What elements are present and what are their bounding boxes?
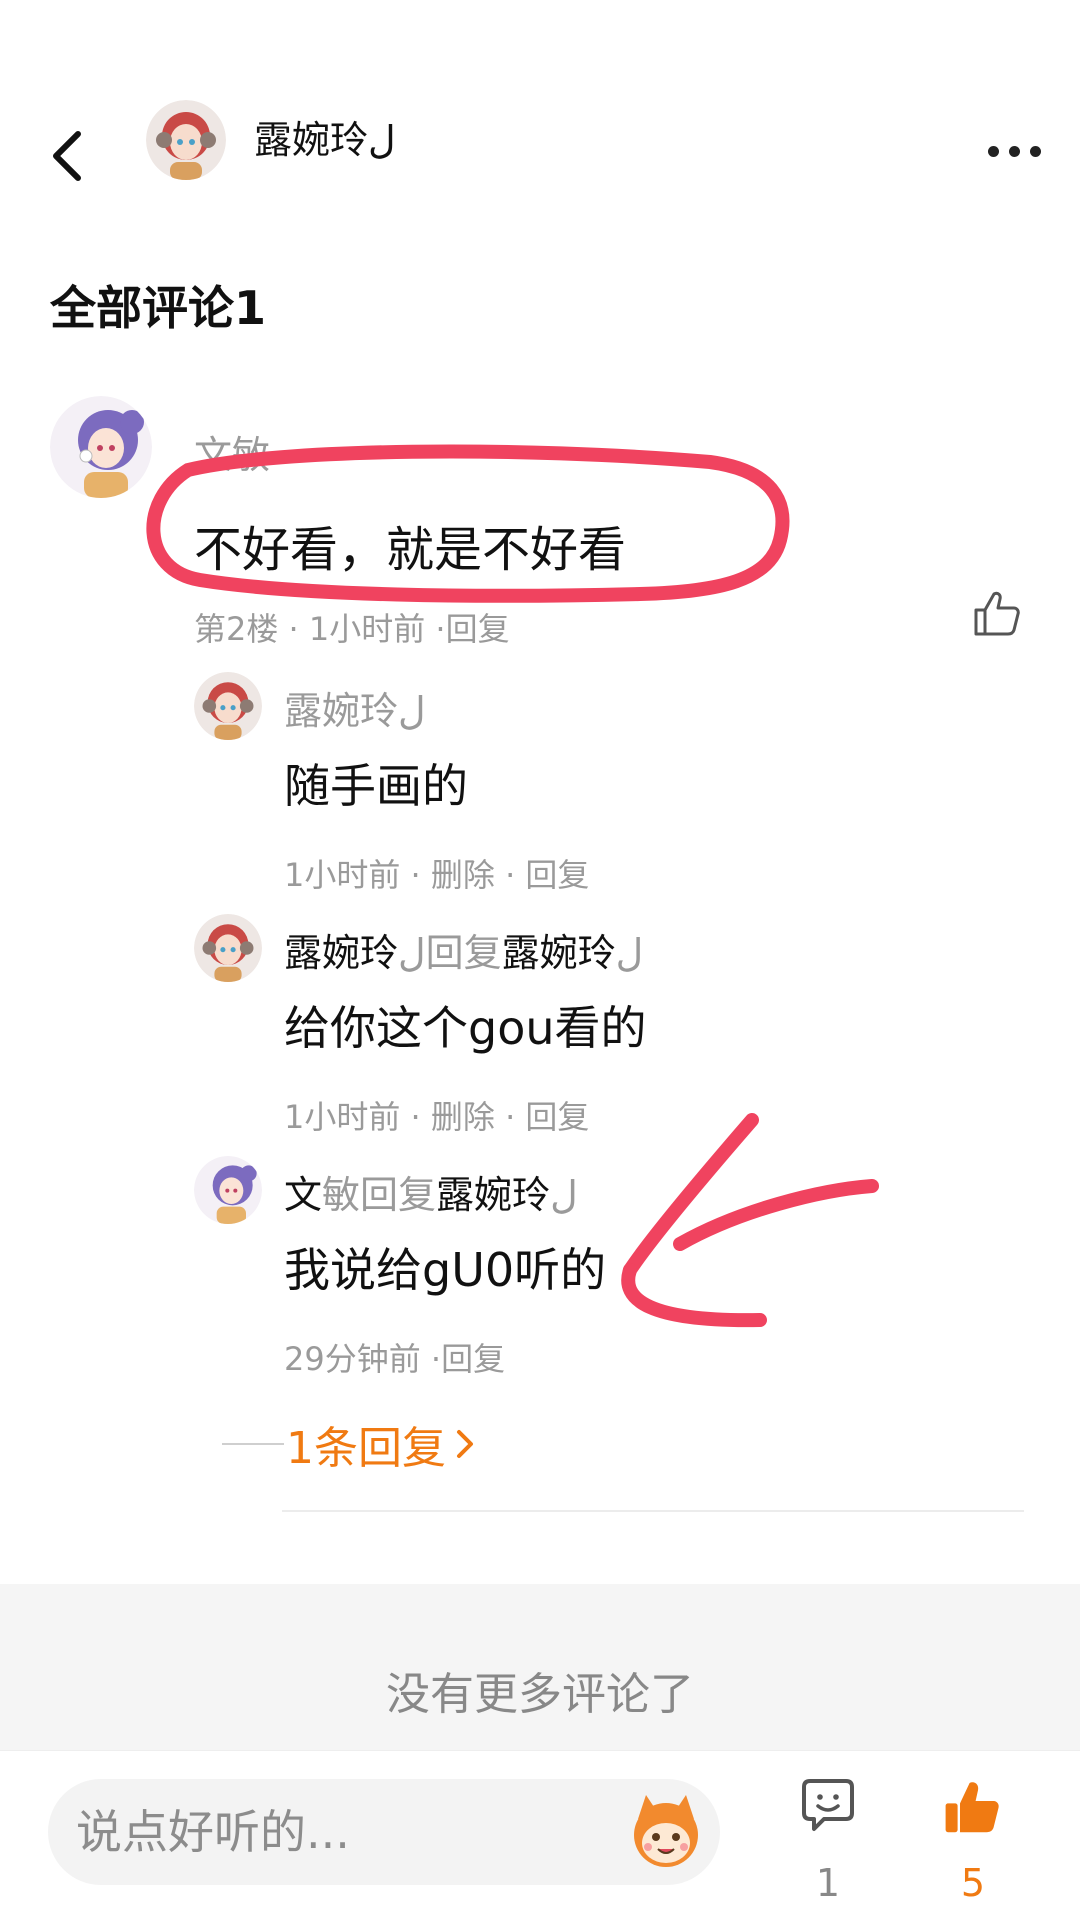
reply-button[interactable]: 回复 <box>446 610 510 648</box>
avatar-image <box>50 396 152 498</box>
like-button[interactable] <box>972 588 1022 638</box>
reply-author: 露婉玲ل回复露婉玲ل <box>284 931 644 975</box>
commenter-avatar[interactable] <box>50 396 152 498</box>
like-count: 5 <box>960 1861 986 1905</box>
emoji-mascot-icon <box>634 1795 698 1867</box>
divider <box>282 1510 1024 1512</box>
reply-avatar[interactable] <box>194 1156 262 1224</box>
reply-author: 露婉玲ل <box>284 689 426 733</box>
reply-meta: 1小时前 · 删除 · 回复 <box>284 1098 590 1136</box>
thumbs-up-icon <box>974 591 1020 636</box>
comment-count-button[interactable]: 1 <box>796 1777 860 1907</box>
reply-meta: 29分钟前 ·回复 <box>284 1340 506 1378</box>
more-options-button[interactable] <box>966 126 1062 176</box>
avatar-image <box>146 100 226 180</box>
author-avatar[interactable] <box>146 100 226 180</box>
reply-item: 文敏回复露婉玲ل 我说给gU0听的 29分钟前 ·回复 <box>194 1156 1044 1386</box>
reply-button[interactable]: 回复 <box>441 1340 505 1378</box>
more-replies-line <box>222 1443 284 1445</box>
comment-input[interactable] <box>48 1779 720 1885</box>
no-more-comments-label: 没有更多评论了 <box>386 1669 694 1720</box>
avatar-image <box>194 672 262 740</box>
more-dots-icon <box>987 145 999 157</box>
reply-text: 随手画的 <box>284 759 468 813</box>
reply-avatar[interactable] <box>194 914 262 982</box>
delete-button[interactable]: 删除 · <box>421 856 515 894</box>
section-title: 全部评论1 <box>50 281 267 335</box>
reply-text: 给你这个gou看的 <box>284 1001 647 1055</box>
avatar-image <box>194 1156 262 1224</box>
reply-author: 文敏回复露婉玲ل <box>284 1173 578 1217</box>
emoji-button[interactable] <box>624 1789 708 1873</box>
comments-page: 露婉玲ل 全部评论1 文敏 不好看，就是不好看 第2楼 · 1小时前 ·回复 露… <box>0 0 1080 1920</box>
reply-item: 露婉玲ل 随手画的 1小时前 · 删除 · 回复 <box>194 672 1044 902</box>
top-bar: 露婉玲ل <box>0 60 1080 220</box>
author-name: 露婉玲ل <box>254 118 396 162</box>
back-button[interactable] <box>40 116 96 196</box>
reply-item: 露婉玲ل回复露婉玲ل 给你这个gou看的 1小时前 · 删除 · 回复 <box>194 914 1044 1144</box>
comment-bubble-icon <box>802 1779 854 1831</box>
reply-text: 我说给gU0听的 <box>284 1243 607 1297</box>
more-replies-link[interactable]: 1条回复 <box>222 1414 474 1474</box>
reply-meta: 1小时前 · 删除 · 回复 <box>284 856 590 894</box>
commenter-name: 文敏 <box>194 433 271 477</box>
reply-button[interactable]: 回复 <box>515 1098 589 1136</box>
chevron-right-icon <box>457 1430 473 1458</box>
thumbs-up-filled-icon <box>945 1782 999 1833</box>
reply-avatar[interactable] <box>194 672 262 740</box>
avatar-image <box>194 914 262 982</box>
comment-text: 不好看，就是不好看 <box>194 522 627 578</box>
reply-button[interactable]: 回复 <box>515 856 589 894</box>
comment-meta: 第2楼 · 1小时前 ·回复 <box>194 610 510 648</box>
like-count-button[interactable]: 5 <box>938 1777 1008 1907</box>
comment-count: 1 <box>815 1861 841 1905</box>
back-arrow-icon <box>53 131 81 181</box>
bottom-bar: 1 5 <box>0 1750 1080 1920</box>
delete-button[interactable]: 删除 · <box>421 1098 515 1136</box>
